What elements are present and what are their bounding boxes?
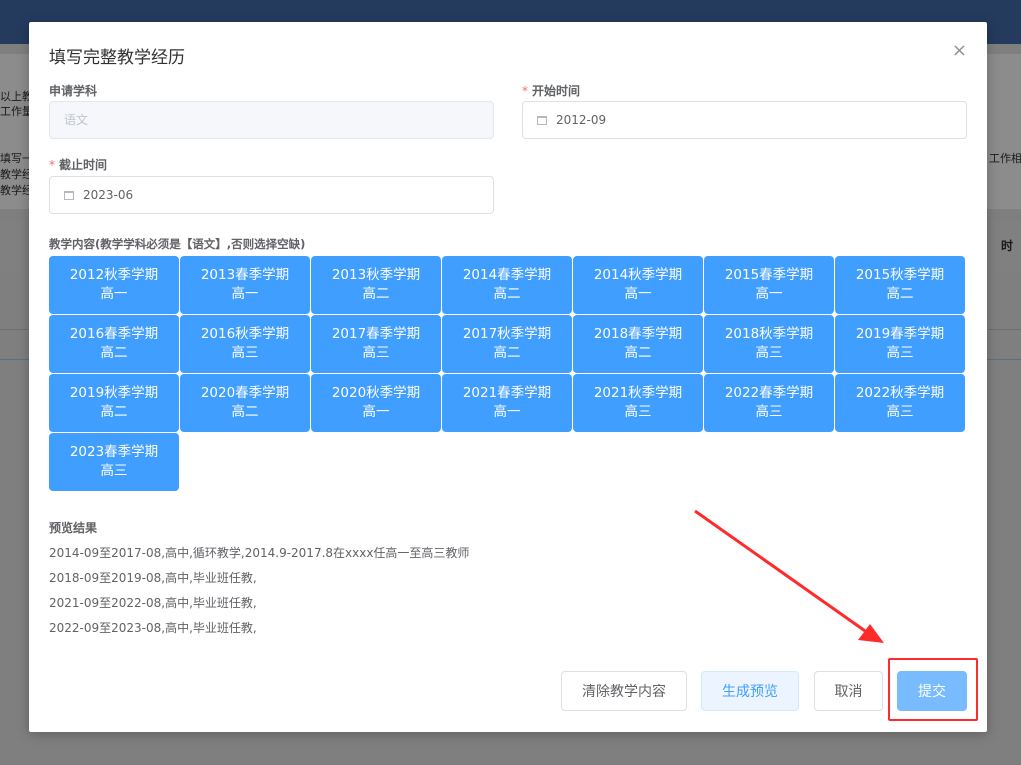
- annotation-arrow: [694, 509, 884, 643]
